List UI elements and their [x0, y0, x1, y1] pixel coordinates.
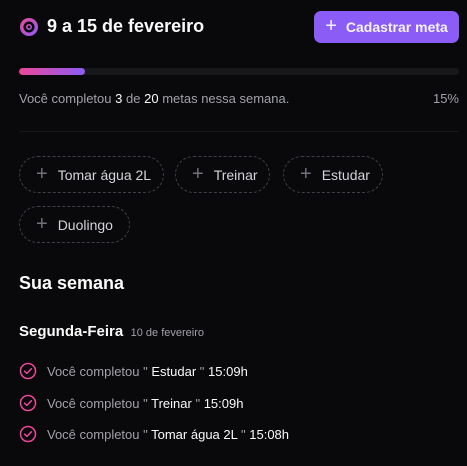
check-circle-icon	[19, 362, 37, 380]
entry-prefix: Você completou "	[47, 363, 148, 379]
day-heading: Segunda-Feira 10 de fevereiro	[19, 323, 204, 341]
progress-bar-fill	[19, 68, 85, 75]
entry-goal: Tomar água 2L	[151, 426, 238, 442]
entry-time: 15:09h	[203, 395, 244, 411]
plus-icon: +	[36, 162, 48, 185]
plus-icon: +	[192, 162, 204, 185]
in-orbit-logo-icon	[20, 18, 38, 36]
entry-time: 15:09h	[208, 363, 248, 379]
check-circle-icon	[19, 425, 37, 443]
week-title: 9 a 15 de fevereiro	[47, 16, 205, 36]
chip-label: Treinar	[213, 166, 258, 183]
progress-percent: 15%	[432, 91, 459, 106]
entry-suffix: "	[199, 363, 205, 379]
add-goal-chip-treinar[interactable]: + Treinar	[175, 156, 270, 193]
header: 9 a 15 de fevereiro + Cadastrar meta	[19, 11, 459, 43]
entry-time: 15:08h	[249, 426, 290, 442]
entry-prefix: Você completou "	[47, 426, 148, 442]
entry-goal: Estudar	[151, 363, 197, 379]
progress-text-middle: de	[126, 91, 141, 106]
add-goal-chip-estudar[interactable]: + Estudar	[283, 156, 383, 193]
list-item: Você completou " Estudar " 15:09h	[19, 361, 248, 381]
day-name: Segunda-Feira	[19, 323, 124, 340]
entry-suffix: "	[195, 395, 201, 411]
completed-count: 3	[115, 91, 123, 106]
entry-prefix: Você completou "	[47, 395, 148, 411]
entry-suffix: "	[241, 426, 246, 442]
progress-text-prefix: Você completou	[19, 91, 112, 106]
progress-bar	[19, 68, 459, 75]
create-goal-button-label: Cadastrar meta	[345, 19, 448, 35]
progress-text-suffix: metas nessa semana.	[162, 91, 290, 106]
add-goal-chip-duolingo[interactable]: + Duolingo	[19, 206, 130, 243]
chip-label: Tomar água 2L	[57, 166, 152, 183]
chip-label: Duolingo	[57, 216, 113, 233]
section-title: Sua semana	[19, 273, 125, 293]
plus-icon: +	[325, 15, 337, 37]
plus-icon: +	[300, 162, 312, 185]
list-item: Você completou " Tomar água 2L " 15:08h	[19, 424, 289, 444]
create-goal-button[interactable]: + Cadastrar meta	[314, 11, 459, 43]
progress-summary: Você completou 3 de 20 metas nessa seman…	[19, 91, 289, 106]
list-item: Você completou " Treinar " 15:09h	[19, 393, 243, 413]
day-date: 10 de fevereiro	[130, 327, 205, 339]
divider	[19, 131, 459, 132]
plus-icon: +	[36, 212, 48, 235]
chip-label: Estudar	[321, 166, 370, 183]
entry-goal: Treinar	[151, 395, 192, 411]
total-count: 20	[144, 91, 159, 106]
add-goal-chip-tomar-agua[interactable]: + Tomar água 2L	[19, 156, 164, 193]
check-circle-icon	[19, 394, 37, 412]
